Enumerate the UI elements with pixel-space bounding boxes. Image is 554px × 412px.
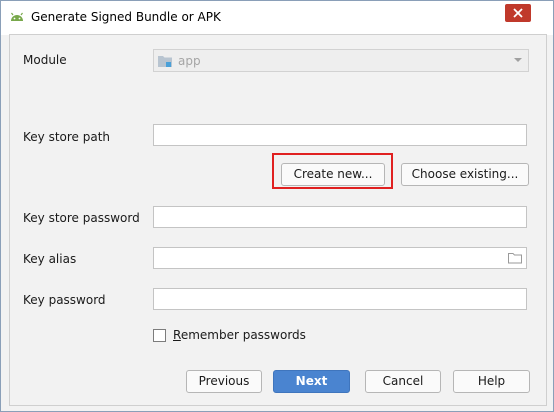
- key-alias-input[interactable]: [153, 247, 527, 269]
- key-store-password-input[interactable]: [153, 206, 527, 228]
- folder-icon[interactable]: [508, 252, 522, 264]
- key-store-path-label: Key store path: [23, 130, 111, 144]
- title-bar: Generate Signed Bundle or APK: [1, 1, 553, 35]
- module-label: Module: [23, 53, 67, 67]
- key-store-password-label: Key store password: [23, 211, 140, 225]
- previous-button[interactable]: Previous: [186, 370, 262, 393]
- module-folder-icon: [158, 56, 172, 67]
- key-password-input[interactable]: [153, 288, 527, 310]
- remember-mnemonic: R: [173, 328, 181, 342]
- window-title: Generate Signed Bundle or APK: [31, 10, 221, 24]
- remember-label-rest: emember passwords: [180, 328, 306, 342]
- chevron-down-icon: [514, 58, 522, 62]
- remember-passwords-label[interactable]: Remember passwords: [173, 328, 306, 342]
- close-icon[interactable]: [505, 4, 531, 22]
- key-alias-label: Key alias: [23, 252, 77, 266]
- dialog-window: Generate Signed Bundle or APK Module app…: [0, 0, 554, 412]
- next-button[interactable]: Next: [273, 370, 350, 393]
- create-new-button[interactable]: Create new...: [281, 163, 385, 186]
- choose-existing-button[interactable]: Choose existing...: [401, 163, 529, 186]
- module-dropdown[interactable]: app: [153, 49, 529, 72]
- module-value: app: [178, 54, 201, 68]
- remember-passwords-checkbox[interactable]: [153, 329, 166, 342]
- key-store-path-input[interactable]: [153, 124, 527, 146]
- help-button[interactable]: Help: [453, 370, 530, 393]
- cancel-button[interactable]: Cancel: [365, 370, 441, 393]
- android-icon: [11, 12, 23, 21]
- key-password-label: Key password: [23, 293, 106, 307]
- dialog-content: Module app Key store path Create new... …: [9, 34, 547, 406]
